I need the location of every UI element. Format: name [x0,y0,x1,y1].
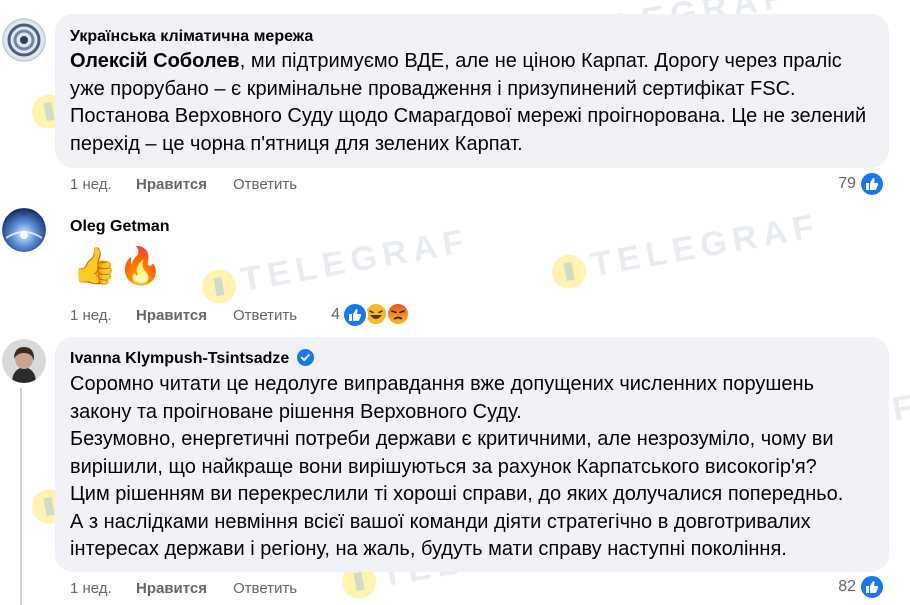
reactions-count[interactable]: 82 [820,578,856,596]
verified-badge-icon [296,349,314,366]
comment-author[interactable]: Oleg Getman [70,218,170,236]
org-logo-icon [2,18,46,62]
telegraf-logo-icon [199,266,239,307]
like-button[interactable]: Нравится [136,307,207,324]
comment-paragraph: Безумовно, енергетичні потреби держави є… [70,428,834,478]
like-button[interactable]: Нравится [136,176,207,193]
telegraf-logo-icon [549,251,589,292]
avatar[interactable] [2,339,46,383]
comment-time[interactable]: 1 нед. [70,176,112,193]
telegraf-watermark: TELEGRAF [549,207,823,293]
angry-reaction-icon[interactable] [386,302,410,326]
thumbs-up-icon [866,581,879,593]
author-name[interactable]: Ivanna Klympush-Tsintsadze [70,350,289,367]
mention-link[interactable]: Олексій Соболев [70,50,240,72]
like-reaction-icon[interactable] [859,171,885,197]
like-reaction-icon[interactable] [859,574,885,600]
thumbs-up-emoji: 👍 [72,245,117,286]
profile-photo-icon [2,208,46,252]
comment-actions: 1 нед. Нравится Ответить [70,176,470,194]
comment-paragraph: Цим рішенням ви перекреслили ті хороші с… [70,483,844,505]
comment-text: Соромно читати це недолуге виправдання в… [70,371,880,564]
thumbs-up-icon [349,309,362,321]
like-reaction-icon[interactable] [342,302,368,328]
reply-button[interactable]: Ответить [233,580,297,597]
comment-author: Ivanna Klympush-Tsintsadze [70,349,314,368]
comment-author[interactable]: Українська кліматична мережа [70,28,313,46]
reply-button[interactable]: Ответить [233,307,297,324]
comment-actions: 1 нед. Нравится Ответить [70,307,470,325]
avatar[interactable] [2,208,46,252]
profile-photo-icon [2,339,46,383]
telegraf-watermark: TELEGRAF [199,222,473,308]
like-button[interactable]: Нравится [136,580,207,597]
comment-paragraph: Соромно читати це недолуге виправдання в… [70,373,815,423]
reactions-count[interactable]: 4 [320,306,340,324]
comment-text: Олексій Соболев, ми підтримуємо ВДЕ, але… [70,48,880,158]
avatar[interactable] [2,18,46,62]
comment-time[interactable]: 1 нед. [70,307,112,324]
comment-paragraph: А з наслідками невміння всієї вашої кома… [70,510,811,561]
angry-icon [388,304,408,324]
reactions-count[interactable]: 79 [820,175,856,193]
comment-actions: 1 нед. Нравится Ответить [70,580,470,598]
comment-time[interactable]: 1 нед. [70,580,112,597]
thumbs-up-icon [866,178,879,190]
fire-emoji: 🔥 [118,245,163,286]
thread-line [20,388,22,605]
reply-button[interactable]: Ответить [233,176,297,193]
